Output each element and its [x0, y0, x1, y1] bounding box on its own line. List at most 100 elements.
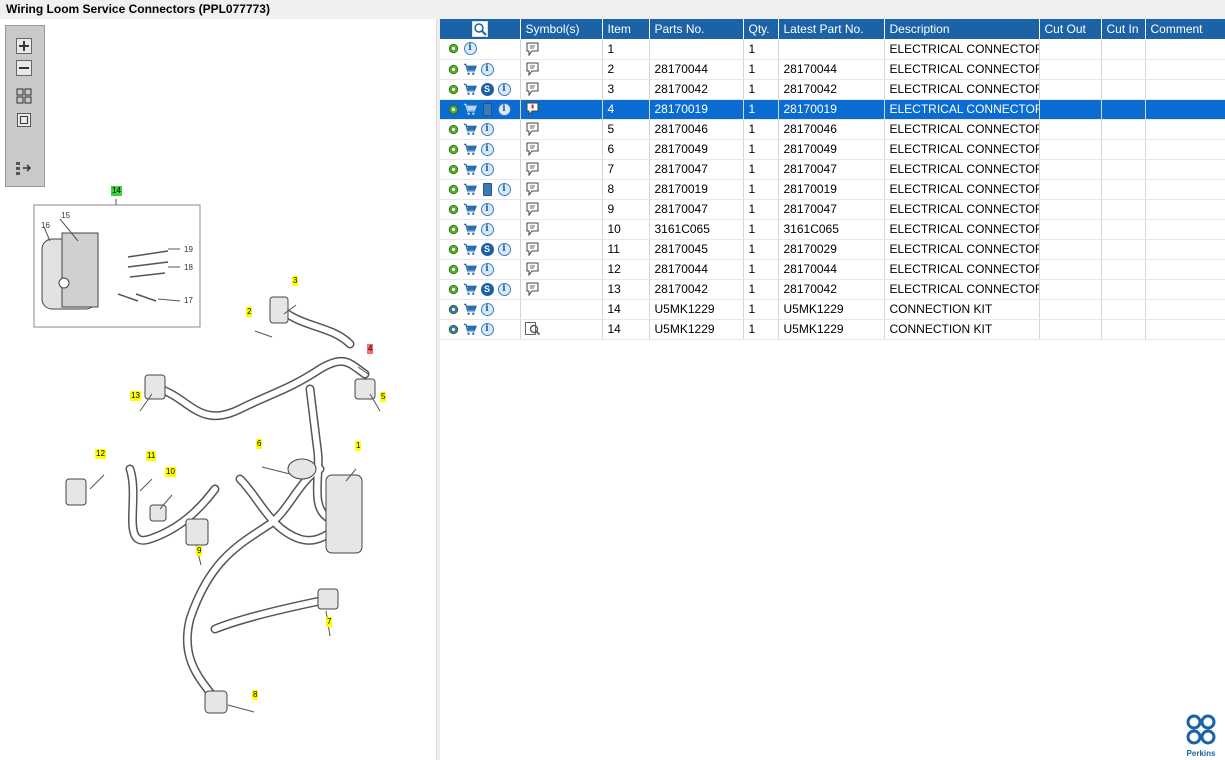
cart-icon[interactable]: [463, 282, 477, 296]
note-icon[interactable]: [525, 262, 602, 276]
info-icon[interactable]: i: [480, 302, 494, 316]
column-header-cut-in[interactable]: Cut In: [1101, 19, 1146, 39]
note-icon[interactable]: [525, 62, 602, 76]
info-icon[interactable]: i: [480, 222, 494, 236]
callout-7[interactable]: 7: [326, 617, 333, 627]
gear-icon[interactable]: [446, 102, 460, 116]
gear-icon[interactable]: [446, 82, 460, 96]
callout-12[interactable]: 12: [95, 449, 106, 459]
gear-icon[interactable]: [446, 62, 460, 76]
info-icon[interactable]: i: [480, 122, 494, 136]
table-row[interactable]: i 4 28170019 1 28170019 ELECTRICAL CONNECTOR: [440, 99, 1225, 120]
gear-icon[interactable]: [446, 142, 460, 156]
info-icon[interactable]: i: [497, 102, 511, 116]
table-row[interactable]: Si 11 28170045 1 28170029 ELECTRICAL CONNECTO…: [440, 239, 1225, 260]
cart-icon[interactable]: [463, 62, 477, 76]
note-icon[interactable]: [525, 282, 602, 296]
table-row[interactable]: i 1 1 ELECTRICAL CONNECTOR: [440, 39, 1225, 60]
callout-1[interactable]: 1: [355, 441, 362, 451]
illustration-link-icon[interactable]: [524, 322, 602, 336]
cart-icon[interactable]: [463, 182, 477, 196]
gear-icon[interactable]: [446, 162, 460, 176]
info-icon[interactable]: i: [480, 162, 494, 176]
note-icon[interactable]: [525, 242, 602, 256]
table-row[interactable]: Si 3 28170042 1 28170042 ELECTRICAL CONNECTOR: [440, 79, 1225, 100]
column-header-actions[interactable]: [440, 19, 521, 39]
table-row[interactable]: i 10 3161C065 1 3161C065 ELECTRICAL CONNECTOR: [440, 219, 1225, 240]
list-arrow-button[interactable]: [13, 158, 35, 178]
info-icon[interactable]: i: [497, 282, 511, 296]
table-row[interactable]: i 2 28170044 1 28170044 ELECTRICAL CONNECTOR: [440, 59, 1225, 80]
column-header-comment[interactable]: Comment: [1145, 19, 1225, 39]
cart-icon[interactable]: [463, 122, 477, 136]
table-row[interactable]: i 14 U5MK1229 1 U5MK1229 CONNECTION KIT: [440, 299, 1225, 320]
table-row[interactable]: i 7 28170047 1 28170047 ELECTRICAL CONNECTOR: [440, 159, 1225, 180]
zoom-in-button[interactable]: [13, 36, 35, 56]
cart-icon[interactable]: [463, 102, 477, 116]
column-header-item[interactable]: Item: [602, 19, 650, 39]
info-icon[interactable]: i: [480, 262, 494, 276]
s-icon[interactable]: S: [480, 242, 494, 256]
gear-icon[interactable]: [446, 202, 460, 216]
info-icon[interactable]: i: [480, 322, 494, 336]
callout-10[interactable]: 10: [165, 467, 176, 477]
cart-icon[interactable]: [463, 82, 477, 96]
table-row[interactable]: i 9 28170047 1 28170047 ELECTRICAL CONNECTOR: [440, 199, 1225, 220]
callout-9[interactable]: 9: [196, 546, 203, 556]
cart-icon[interactable]: [463, 302, 477, 316]
info-icon[interactable]: i: [480, 62, 494, 76]
note-icon[interactable]: [525, 42, 602, 56]
s-icon[interactable]: S: [480, 82, 494, 96]
cart-icon[interactable]: [463, 322, 477, 336]
note-alert-icon[interactable]: [525, 102, 602, 116]
callout-8[interactable]: 8: [252, 690, 259, 700]
table-row[interactable]: i 8 28170019 1 28170019 ELECTRICAL CONNECTOR: [440, 179, 1225, 200]
table-row[interactable]: i 5 28170046 1 28170046 ELECTRICAL CONNECTOR: [440, 119, 1225, 140]
exploded-parts-diagram[interactable]: [0, 179, 436, 739]
gear-icon[interactable]: [446, 42, 460, 56]
gear-icon[interactable]: [446, 262, 460, 276]
search-parts-icon[interactable]: [471, 21, 488, 37]
column-header-parts-no[interactable]: Parts No.: [649, 19, 744, 39]
note-icon[interactable]: [525, 202, 602, 216]
info-icon[interactable]: i: [480, 202, 494, 216]
table-row[interactable]: i 6 28170049 1 28170049 ELECTRICAL CONNECTOR: [440, 139, 1225, 160]
gear-icon[interactable]: [446, 242, 460, 256]
s-icon[interactable]: S: [480, 282, 494, 296]
gear-icon[interactable]: [446, 282, 460, 296]
callout-3[interactable]: 3: [292, 276, 299, 286]
callout-14[interactable]: 14: [111, 186, 122, 196]
column-header-cut-out[interactable]: Cut Out: [1039, 19, 1102, 39]
gear-icon[interactable]: [446, 122, 460, 136]
cart-icon[interactable]: [463, 262, 477, 276]
gear-icon[interactable]: [446, 222, 460, 236]
book-icon[interactable]: [480, 102, 494, 116]
info-icon[interactable]: i: [480, 142, 494, 156]
note-icon[interactable]: [525, 82, 602, 96]
info-icon[interactable]: i: [497, 242, 511, 256]
note-icon[interactable]: [525, 162, 602, 176]
zoom-out-button[interactable]: [13, 58, 35, 78]
gears-icon[interactable]: [446, 302, 460, 316]
cart-icon[interactable]: [463, 242, 477, 256]
note-icon[interactable]: [525, 142, 602, 156]
note-icon[interactable]: [525, 182, 602, 196]
cart-icon[interactable]: [463, 162, 477, 176]
gear-icon[interactable]: [446, 182, 460, 196]
fit-window-button[interactable]: [13, 110, 35, 130]
callout-13[interactable]: 13: [130, 391, 141, 401]
note-icon[interactable]: [525, 122, 602, 136]
cart-icon[interactable]: [463, 222, 477, 236]
note-icon[interactable]: [525, 222, 602, 236]
column-header-qty[interactable]: Qty.: [743, 19, 779, 39]
cart-icon[interactable]: [463, 142, 477, 156]
column-header-symbols[interactable]: Symbol(s): [520, 19, 603, 39]
column-header-latest-part-no[interactable]: Latest Part No.: [778, 19, 885, 39]
info-icon[interactable]: i: [463, 42, 477, 56]
callout-6[interactable]: 6: [256, 439, 263, 449]
callout-2[interactable]: 2: [246, 307, 253, 317]
fit-all-button[interactable]: [13, 86, 35, 106]
callout-11[interactable]: 11: [146, 451, 157, 461]
info-icon[interactable]: i: [497, 182, 511, 196]
callout-5[interactable]: 5: [380, 392, 387, 402]
